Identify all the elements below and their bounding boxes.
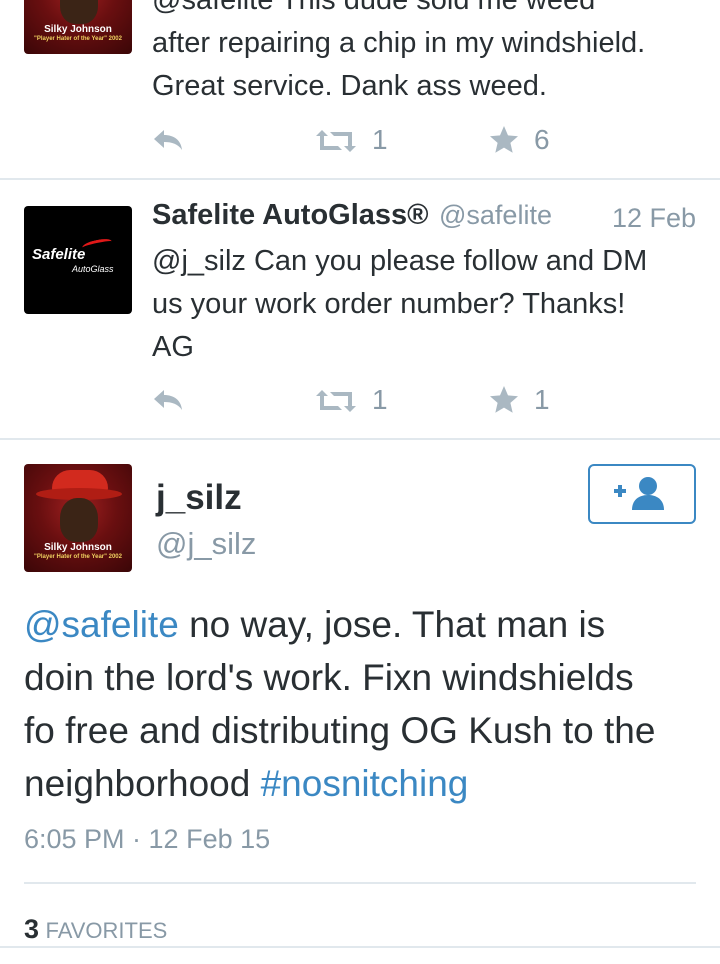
username[interactable]: @j_silz	[156, 526, 256, 562]
divider	[0, 946, 720, 948]
logo-subtext: AutoGlass	[72, 264, 114, 274]
avatar-caption: Silky Johnson	[44, 24, 112, 35]
mention-link[interactable]: @safelite	[24, 604, 179, 645]
face-shape	[60, 0, 98, 24]
tweet-text: @safelite This dude sold me weed after r…	[152, 0, 712, 108]
tweet-text-line: doin the lord's work. Fixn windshields	[24, 657, 634, 698]
tweet-text-line: Great service. Dank ass weed.	[152, 70, 547, 102]
favorite-icon[interactable]	[488, 124, 520, 156]
hashtag-link[interactable]: #nosnitching	[261, 763, 469, 804]
tweet-timestamp: 6:05 PM · 12 Feb 15	[24, 824, 271, 854]
divider	[24, 882, 696, 884]
retweet-count: 1	[372, 384, 388, 415]
tweet-text-line: after repairing a chip in my windshield.	[152, 27, 646, 59]
avatar-caption: Silky Johnson	[44, 542, 112, 553]
avatar[interactable]: Silky Johnson "Player Hater of the Year"…	[24, 464, 132, 572]
favorites-label: FAVORITES	[45, 918, 168, 943]
retweet-count: 1	[372, 124, 388, 155]
tweet-text-line: neighborhood #nosnitching	[24, 757, 714, 810]
tweet-text-line: AG	[152, 331, 194, 363]
favorite-count: 6	[534, 124, 550, 155]
tweet-text: @j_silz Can you please follow and DM us …	[152, 240, 712, 369]
face-shape	[60, 498, 98, 542]
follow-button[interactable]	[588, 464, 696, 524]
display-name[interactable]: j_silz	[156, 478, 242, 518]
divider	[0, 438, 720, 440]
logo-swoosh	[81, 236, 113, 253]
divider	[0, 178, 720, 180]
reply-icon[interactable]	[152, 386, 184, 414]
tweet-text-segment: no way, jose. That man is	[178, 604, 606, 645]
tweet-text-line: us your work order number? Thanks!	[152, 288, 626, 320]
favorites-stat[interactable]: 3 FAVORITES	[24, 914, 167, 945]
avatar[interactable]: Silky Johnson "Player Hater of the Year"…	[24, 0, 132, 54]
retweet-icon[interactable]	[316, 388, 356, 414]
username[interactable]: @safelite	[439, 200, 552, 230]
display-name[interactable]: Safelite AutoGlass®	[152, 199, 429, 231]
avatar-subcaption: "Player Hater of the Year" 2002	[34, 36, 122, 42]
favorites-count: 3	[24, 914, 40, 944]
avatar-subcaption: "Player Hater of the Year" 2002	[34, 554, 122, 560]
retweet-icon[interactable]	[316, 128, 356, 154]
avatar[interactable]: Safelite AutoGlass	[24, 206, 132, 314]
tweet-text-line: @j_silz Can you please follow and DM	[152, 245, 648, 277]
reply-icon[interactable]	[152, 126, 184, 154]
favorite-icon[interactable]	[488, 384, 520, 416]
tweet-text-line: @safelite This dude sold me weed	[152, 0, 596, 16]
favorite-count: 1	[534, 384, 550, 415]
focused-tweet-text: @safelite no way, jose. That man is doin…	[24, 598, 714, 810]
tweet-text-line: fo free and distributing OG Kush to the	[24, 710, 656, 751]
tweet-text-line: @safelite no way, jose. That man is	[24, 598, 714, 651]
tweet-text-segment: neighborhood	[24, 763, 261, 804]
tweet-date: 12 Feb	[612, 203, 697, 233]
add-user-icon	[614, 477, 664, 510]
logo-text: Safelite	[32, 246, 86, 263]
